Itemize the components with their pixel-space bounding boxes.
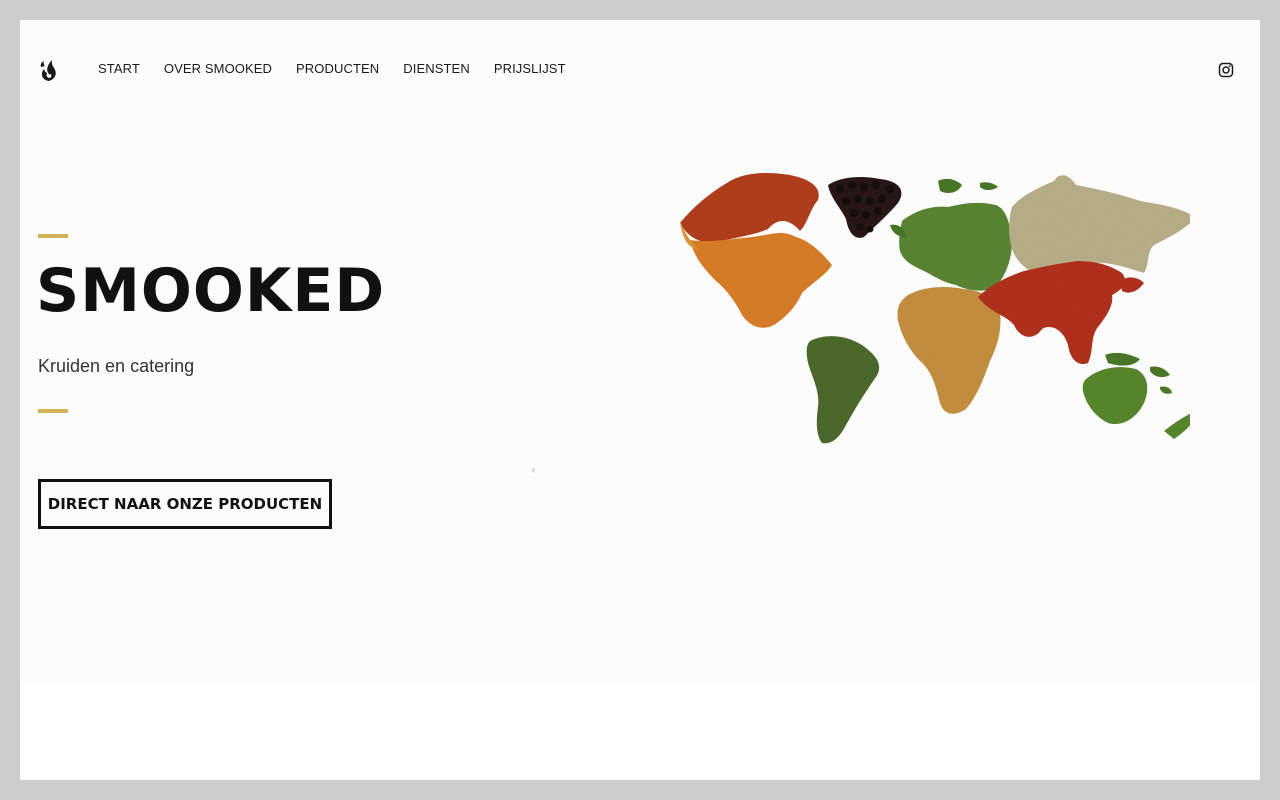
nav-item-diensten: DIENSTEN (403, 61, 494, 76)
nav-item-start: START (98, 61, 164, 76)
page-frame: START OVER SMOOKED PRODUCTEN DIENSTEN PR… (20, 20, 1260, 780)
stray-dot (532, 468, 535, 473)
nav-link-diensten[interactable]: DIENSTEN (403, 61, 470, 76)
nav-item-producten: PRODUCTEN (296, 61, 403, 76)
hero-subtitle: Kruiden en catering (38, 356, 195, 376)
accent-line-top (38, 234, 68, 238)
nav-item-over-smooked: OVER SMOOKED (164, 61, 296, 76)
nav-item-prijslijst: PRIJSLIJST (494, 61, 590, 76)
hero-title: SMOOKED (36, 256, 386, 326)
hero-section: START OVER SMOOKED PRODUCTEN DIENSTEN PR… (20, 20, 1260, 684)
nav-link-start[interactable]: START (98, 61, 140, 76)
flame-logo-icon[interactable] (38, 58, 60, 82)
accent-line-bottom (38, 409, 68, 413)
nav-link-producten[interactable]: PRODUCTEN (296, 61, 379, 76)
nav-link-prijslijst[interactable]: PRIJSLIJST (494, 61, 566, 76)
nav-list: START OVER SMOOKED PRODUCTEN DIENSTEN PR… (98, 61, 590, 76)
nav-link-over-smooked[interactable]: OVER SMOOKED (164, 61, 272, 76)
instagram-icon[interactable] (1218, 62, 1234, 78)
products-cta-button[interactable]: DIRECT NAAR ONZE PRODUCTEN (38, 479, 332, 529)
spice-world-map-image (650, 145, 1200, 445)
